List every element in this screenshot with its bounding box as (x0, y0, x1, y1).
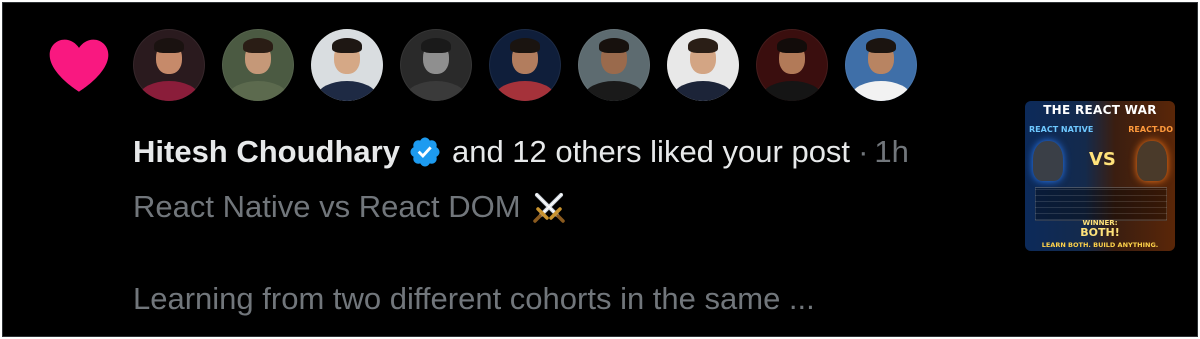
avatar[interactable] (489, 29, 561, 101)
avatar-body (228, 81, 288, 101)
action-text: and 12 others liked your post (451, 134, 851, 169)
avatar[interactable] (400, 29, 472, 101)
thumbnail-both: BOTH! (1080, 226, 1120, 239)
avatar[interactable] (311, 29, 383, 101)
avatar[interactable] (756, 29, 828, 101)
avatar[interactable] (845, 29, 917, 101)
timestamp[interactable]: 1h (874, 134, 908, 170)
avatar-hair (421, 38, 451, 53)
thumbnail-right-figure (1137, 141, 1167, 181)
heart-icon (49, 39, 109, 92)
separator-dot: · (858, 134, 869, 169)
post-excerpt: Learning from two different cohorts in t… (133, 281, 815, 316)
avatar-body (673, 81, 733, 101)
avatar-hair (688, 38, 718, 53)
thumbnail-right-label: REACT-DO (1128, 125, 1173, 134)
avatar-body (584, 81, 644, 101)
thumbnail-vs: VS (1089, 149, 1116, 170)
post-title: React Native vs React DOM (133, 189, 567, 225)
avatar-hair (510, 38, 540, 53)
avatar-hair (777, 38, 807, 53)
avatar-hair (154, 38, 184, 53)
crossed-swords-icon (532, 193, 565, 223)
liker-name-link[interactable]: Hitesh Choudhary (133, 134, 400, 170)
post-title-text: React Native vs React DOM (133, 189, 521, 224)
avatar-body (406, 81, 466, 101)
thumbnail-title: THE REACT WAR (1043, 103, 1157, 117)
thumbnail-left-figure (1033, 141, 1063, 181)
notification-headline: Hitesh Choudhary and 12 others liked you… (133, 134, 909, 170)
avatar-hair (866, 38, 896, 53)
avatar-body (139, 81, 199, 101)
avatar[interactable] (222, 29, 294, 101)
post-thumbnail[interactable]: THE REACT WAR REACT NATIVE REACT-DO VS W… (1025, 101, 1175, 251)
avatar-hair (243, 38, 273, 53)
liker-avatars (133, 29, 917, 101)
avatar-hair (332, 38, 362, 53)
thumbnail-stats-table (1035, 187, 1167, 221)
avatar-body (495, 81, 555, 101)
avatar-hair (599, 38, 629, 53)
thumbnail-left-label: REACT NATIVE (1029, 125, 1094, 134)
avatar[interactable] (667, 29, 739, 101)
avatar-body (851, 81, 911, 101)
avatar[interactable] (578, 29, 650, 101)
verified-badge-icon (410, 137, 440, 167)
avatar-body (762, 81, 822, 101)
notification-card[interactable]: Hitesh Choudhary and 12 others liked you… (2, 2, 1198, 337)
thumbnail-footer: LEARN BOTH. BUILD ANYTHING. (1041, 241, 1159, 249)
avatar[interactable] (133, 29, 205, 101)
avatar-body (317, 81, 377, 101)
